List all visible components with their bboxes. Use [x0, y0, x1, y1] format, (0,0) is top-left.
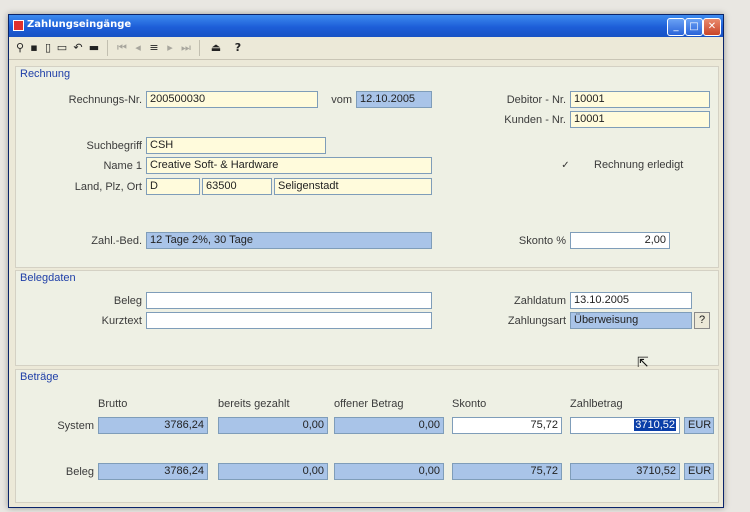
col-header-zahlbetrag: Zahlbetrag [570, 398, 623, 410]
binoculars-icon[interactable]: ⚲ [13, 40, 27, 56]
app-icon [13, 20, 24, 31]
land-field[interactable]: D [146, 178, 200, 195]
suchbegriff-field[interactable]: CSH [146, 137, 326, 154]
zahldatum-field[interactable]: 13.10.2005 [570, 292, 692, 309]
kurztext-field[interactable] [146, 312, 432, 329]
payment-window: Zahlungseingänge _ □ ✕ ⚲ ▪ ▯ ▭ ↶ ▬ ⏮ ◂ ≡… [8, 14, 724, 508]
undo-icon[interactable]: ↶ [71, 40, 85, 56]
kurztext-label: Kurztext [101, 315, 142, 327]
beleg-skonto-field: 75,72 [452, 463, 562, 480]
beleg-field[interactable] [146, 292, 432, 309]
system-zahlbetrag-field[interactable]: 3710,52 [570, 417, 680, 434]
list-icon[interactable]: ≡ [147, 40, 161, 56]
rechnung-group-title: Rechnung [20, 68, 71, 80]
beleg-bereits-gezahlt-field: 0,00 [218, 463, 328, 480]
new-document-icon[interactable]: ▯ [41, 40, 55, 56]
col-header-skonto: Skonto [452, 398, 487, 410]
close-button[interactable]: ✕ [703, 18, 721, 36]
name1-field[interactable]: Creative Soft- & Hardware [146, 157, 432, 174]
rechnung-group: Rechnung Rechnungs-Nr. 200500030 vom 12.… [15, 66, 719, 268]
prev-record-icon[interactable]: ◂ [131, 40, 145, 56]
maximize-button[interactable]: □ [685, 18, 703, 36]
plz-field[interactable]: 63500 [202, 178, 272, 195]
col-header-brutto: Brutto [98, 398, 128, 410]
toolbar-separator [199, 40, 200, 56]
system-skonto-field[interactable]: 75,72 [452, 417, 562, 434]
kunden-label: Kunden - Nr. [504, 114, 566, 126]
zahl-bed-field[interactable]: 12 Tage 2%, 30 Tage [146, 232, 432, 249]
system-currency-field: EUR [684, 417, 714, 434]
debitor-field[interactable]: 10001 [570, 91, 710, 108]
system-offener-betrag-field: 0,00 [334, 417, 444, 434]
beleg-offener-betrag-field: 0,00 [334, 463, 444, 480]
exit-icon[interactable]: ⏏ [209, 40, 223, 56]
betraege-group-title: Beträge [20, 371, 59, 383]
help-icon[interactable]: ? [231, 40, 245, 56]
beleg-label: Beleg [113, 295, 142, 307]
col-header-bereits-gezahlt: bereits gezahlt [218, 398, 290, 410]
rechnungs-nr-label: Rechnungs-Nr. [68, 94, 142, 106]
zahlungsart-field[interactable]: Überweisung [570, 312, 692, 329]
betraege-group: Beträge Brutto bereits gezahlt offener B… [15, 369, 719, 503]
ort-field[interactable]: Seligenstadt [274, 178, 432, 195]
open-icon[interactable]: ▭ [55, 40, 69, 56]
debitor-label: Debitor - Nr. [506, 94, 566, 106]
window-title: Zahlungseingänge [27, 19, 132, 30]
zahlungsart-label: Zahlungsart [507, 315, 566, 327]
beleg-brutto-field: 3786,24 [98, 463, 208, 480]
system-bereits-gezahlt-field: 0,00 [218, 417, 328, 434]
kunden-field[interactable]: 10001 [570, 111, 710, 128]
minimize-button[interactable]: _ [667, 18, 685, 36]
save-icon[interactable]: ▪ [27, 40, 41, 56]
suchbegriff-label: Suchbegriff [86, 140, 142, 152]
erledigt-checkbox[interactable]: ✓ [560, 160, 571, 171]
zahlbetrag-selected-text: 3710,52 [634, 419, 676, 431]
beleg-zahlbetrag-field: 3710,52 [570, 463, 680, 480]
mouse-cursor-icon: ⇱ [637, 355, 649, 371]
first-record-icon[interactable]: ⏮ [115, 40, 129, 56]
beleg-currency-field: EUR [684, 463, 714, 480]
last-record-icon[interactable]: ⏭ [179, 40, 193, 56]
rechnungs-nr-field[interactable]: 200500030 [146, 91, 318, 108]
skonto-percent-label: Skonto % [518, 235, 566, 247]
vom-date-field[interactable]: 12.10.2005 [356, 91, 432, 108]
title-bar[interactable]: Zahlungseingänge _ □ ✕ [9, 15, 723, 37]
delete-icon[interactable]: ▬ [87, 40, 101, 56]
skonto-percent-field[interactable]: 2,00 [570, 232, 670, 249]
land-plz-ort-label: Land, Plz, Ort [74, 181, 142, 193]
next-record-icon[interactable]: ▸ [163, 40, 177, 56]
zahlungsart-help-button[interactable]: ? [694, 312, 710, 329]
row-label-beleg: Beleg [65, 466, 94, 478]
zahldatum-label: Zahldatum [514, 295, 566, 307]
system-brutto-field: 3786,24 [98, 417, 208, 434]
erledigt-label: Rechnung erledigt [594, 159, 684, 171]
row-label-system: System [57, 420, 94, 432]
toolbar: ⚲ ▪ ▯ ▭ ↶ ▬ ⏮ ◂ ≡ ▸ ⏭ ⏏ ? [9, 37, 723, 60]
zahl-bed-label: Zahl.-Bed. [91, 235, 142, 247]
belegdaten-group: Belegdaten Beleg Kurztext Zahldatum 13.1… [15, 270, 719, 366]
col-header-offener-betrag: offener Betrag [334, 398, 404, 410]
belegdaten-group-title: Belegdaten [20, 272, 76, 284]
vom-label: vom [331, 94, 352, 106]
name1-label: Name 1 [103, 160, 142, 172]
toolbar-separator [107, 40, 108, 56]
